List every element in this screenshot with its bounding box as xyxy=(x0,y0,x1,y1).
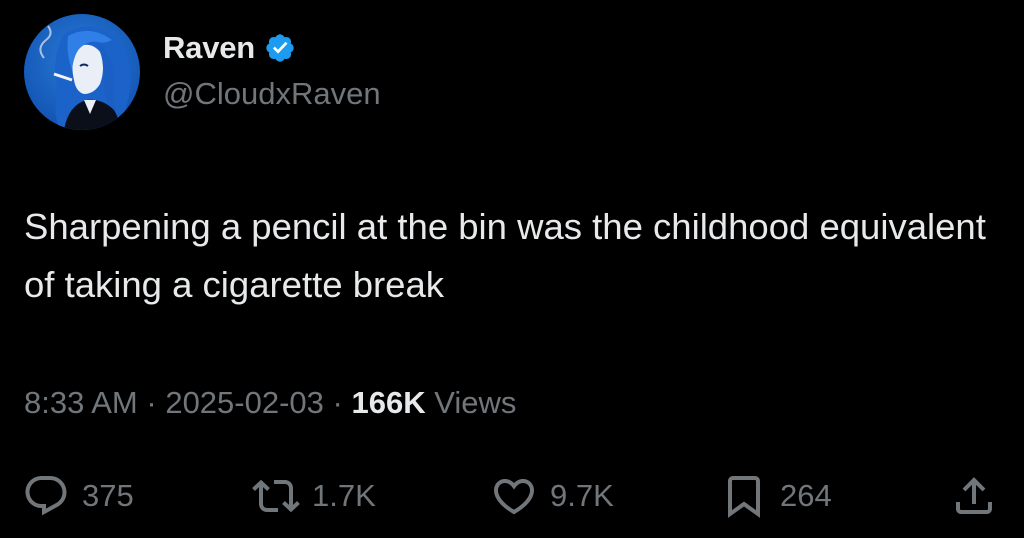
views-label: Views xyxy=(434,385,517,420)
bookmark-button[interactable]: 264 xyxy=(720,470,832,522)
views-count: 166K xyxy=(351,385,426,420)
tweet-time[interactable]: 8:33 AM xyxy=(24,385,138,420)
meta-separator: · xyxy=(146,385,157,420)
tweet-meta: 8:33 AM · 2025-02-03 · 166K Views xyxy=(24,385,516,421)
author-handle[interactable]: @CloudxRaven xyxy=(163,76,381,112)
reply-icon xyxy=(22,472,70,520)
bookmark-icon xyxy=(720,472,768,520)
verified-badge-icon[interactable] xyxy=(264,32,296,64)
tweet-text: Sharpening a pencil at the bin was the c… xyxy=(24,206,986,305)
like-count: 9.7K xyxy=(550,478,614,513)
share-button[interactable] xyxy=(950,470,998,522)
avatar[interactable] xyxy=(24,14,140,130)
repost-button[interactable]: 1.7K xyxy=(252,470,376,522)
share-icon xyxy=(950,472,998,520)
tweet-date[interactable]: 2025-02-03 xyxy=(165,385,324,420)
repost-count: 1.7K xyxy=(312,478,376,513)
author-name-row: Raven xyxy=(163,28,296,68)
heart-icon xyxy=(490,472,538,520)
avatar-image xyxy=(24,14,140,130)
display-name[interactable]: Raven xyxy=(163,30,255,66)
meta-separator: · xyxy=(332,385,343,420)
action-bar: 375 1.7K 9.7K 264 xyxy=(0,470,1024,522)
reply-count: 375 xyxy=(82,478,134,513)
like-button[interactable]: 9.7K xyxy=(490,470,614,522)
reply-button[interactable]: 375 xyxy=(22,470,134,522)
repost-icon xyxy=(252,472,300,520)
bookmark-count: 264 xyxy=(780,478,832,513)
